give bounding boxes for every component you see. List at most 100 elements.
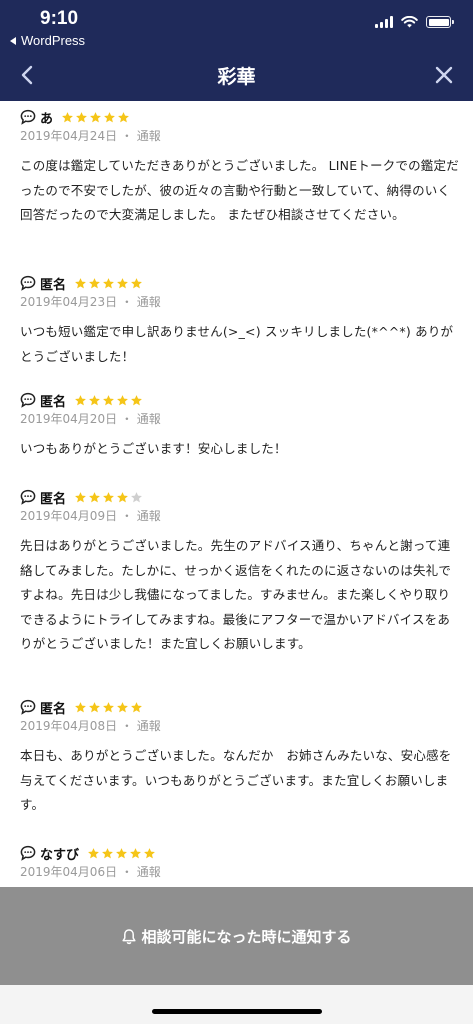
star-rating bbox=[74, 701, 143, 714]
star-empty-icon bbox=[131, 491, 142, 502]
report-link[interactable]: 通報 bbox=[137, 295, 161, 309]
meta-separator: ・ bbox=[120, 719, 133, 733]
review-meta: 2019年04月06日 ・ 通報 bbox=[20, 864, 460, 880]
star-filled-icon bbox=[104, 111, 115, 122]
star-filled-icon bbox=[89, 394, 100, 405]
meta-separator: ・ bbox=[120, 509, 133, 523]
star-filled-icon bbox=[89, 701, 100, 712]
review-date: 2019年04月06日 bbox=[20, 865, 118, 879]
notify-button[interactable]: 相談可能になった時に通知する bbox=[0, 887, 473, 985]
cellular-signal-icon bbox=[375, 16, 393, 28]
close-icon bbox=[435, 66, 453, 84]
star-filled-icon bbox=[117, 491, 128, 502]
review-text: 先日はありがとうございました。先生のアドバイス通り、ちゃんと謝って連絡してみまし… bbox=[20, 538, 452, 651]
chat-bubble-icon bbox=[20, 489, 36, 505]
star-filled-icon bbox=[103, 491, 114, 502]
notify-button-content: 相談可能になった時に通知する bbox=[121, 926, 352, 947]
star-filled-icon bbox=[75, 277, 86, 288]
reviewer-name: あ bbox=[40, 111, 54, 127]
meta-separator: ・ bbox=[120, 412, 133, 426]
report-link[interactable]: 通報 bbox=[137, 865, 161, 879]
review-text: いつもありがとうございます！安心しました！ bbox=[20, 441, 287, 456]
star-filled-icon bbox=[89, 491, 100, 502]
review-date: 2019年04月09日 bbox=[20, 509, 118, 523]
report-link[interactable]: 通報 bbox=[137, 412, 161, 426]
star-filled-icon bbox=[116, 847, 127, 858]
star-filled-icon bbox=[90, 111, 101, 122]
star-filled-icon bbox=[144, 847, 155, 858]
status-icons bbox=[375, 16, 454, 28]
review-header: 匿名 bbox=[20, 273, 460, 293]
reviewer-name: 匿名 bbox=[40, 491, 67, 507]
star-filled-icon bbox=[118, 111, 129, 122]
review-item: 匿名 2019年04月08日 ・ 通報 本日も、ありがとうございました。なんだか… bbox=[20, 697, 460, 818]
star-rating bbox=[61, 111, 130, 124]
review-header: あ bbox=[20, 107, 460, 127]
review-header: 匿名 bbox=[20, 390, 460, 410]
reviewer-name: なすび bbox=[40, 847, 80, 863]
star-filled-icon bbox=[117, 394, 128, 405]
report-link[interactable]: 通報 bbox=[137, 129, 161, 143]
review-meta: 2019年04月20日 ・ 通報 bbox=[20, 411, 460, 427]
review-item: 匿名 2019年04月09日 ・ 通報 先日はありがとうございました。先生のアド… bbox=[20, 487, 460, 657]
review-date: 2019年04月23日 bbox=[20, 295, 118, 309]
star-rating bbox=[87, 847, 156, 860]
close-button[interactable] bbox=[429, 60, 459, 90]
review-meta: 2019年04月23日 ・ 通報 bbox=[20, 294, 460, 310]
meta-separator: ・ bbox=[120, 295, 133, 309]
notify-button-label: 相談可能になった時に通知する bbox=[141, 927, 352, 946]
review-text: 本日も、ありがとうございました。なんだか お姉さんみたいな、安心感を与えてくださ… bbox=[20, 748, 452, 812]
chat-bubble-icon bbox=[20, 109, 36, 125]
back-app-label: WordPress bbox=[21, 33, 86, 48]
chat-bubble-icon bbox=[20, 275, 36, 291]
star-filled-icon bbox=[117, 277, 128, 288]
star-filled-icon bbox=[131, 394, 142, 405]
star-filled-icon bbox=[131, 701, 142, 712]
star-rating bbox=[74, 394, 143, 407]
review-header: なすび bbox=[20, 843, 460, 863]
report-link[interactable]: 通報 bbox=[137, 509, 161, 523]
battery-icon bbox=[426, 16, 454, 28]
meta-separator: ・ bbox=[120, 129, 133, 143]
bell-icon bbox=[122, 928, 137, 944]
star-filled-icon bbox=[117, 701, 128, 712]
chat-bubble-icon bbox=[20, 392, 36, 408]
review-meta: 2019年04月09日 ・ 通報 bbox=[20, 508, 460, 524]
reviewer-name: 匿名 bbox=[40, 394, 67, 410]
star-filled-icon bbox=[75, 491, 86, 502]
report-link[interactable]: 通報 bbox=[137, 719, 161, 733]
meta-separator: ・ bbox=[120, 865, 133, 879]
back-to-app-link[interactable]: WordPress bbox=[10, 33, 85, 48]
review-item: 匿名 2019年04月23日 ・ 通報 いつも短い鑑定で申し訳ありません(>_<… bbox=[20, 273, 460, 369]
review-date: 2019年04月08日 bbox=[20, 719, 118, 733]
star-filled-icon bbox=[102, 847, 113, 858]
review-item: あ 2019年04月24日 ・ 通報 この度は鑑定していただきありがとうございま… bbox=[20, 107, 460, 228]
home-indicator-area bbox=[0, 985, 473, 1024]
star-filled-icon bbox=[131, 277, 142, 288]
star-filled-icon bbox=[75, 701, 86, 712]
home-indicator[interactable] bbox=[152, 1009, 322, 1014]
star-filled-icon bbox=[130, 847, 141, 858]
star-filled-icon bbox=[76, 111, 87, 122]
review-header: 匿名 bbox=[20, 697, 460, 717]
star-filled-icon bbox=[103, 277, 114, 288]
review-meta: 2019年04月24日 ・ 通報 bbox=[20, 128, 460, 144]
chat-bubble-icon bbox=[20, 699, 36, 715]
review-header: 匿名 bbox=[20, 487, 460, 507]
star-filled-icon bbox=[62, 111, 73, 122]
star-rating bbox=[74, 491, 143, 504]
star-filled-icon bbox=[88, 847, 99, 858]
star-filled-icon bbox=[103, 394, 114, 405]
review-item: なすび 2019年04月06日 ・ 通報 bbox=[20, 843, 460, 880]
star-rating bbox=[74, 277, 143, 290]
star-filled-icon bbox=[89, 277, 100, 288]
reviewer-name: 匿名 bbox=[40, 277, 67, 293]
chat-bubble-icon bbox=[20, 845, 36, 861]
review-meta: 2019年04月08日 ・ 通報 bbox=[20, 718, 460, 734]
page-title: 彩華 bbox=[217, 66, 256, 88]
review-text: この度は鑑定していただきありがとうございました。 LINEトークでの鑑定だったの… bbox=[20, 158, 459, 222]
reviews-list[interactable]: あ 2019年04月24日 ・ 通報 この度は鑑定していただきありがとうございま… bbox=[0, 101, 473, 887]
reviewer-name: 匿名 bbox=[40, 701, 67, 717]
star-filled-icon bbox=[75, 394, 86, 405]
app-header: 9:10 WordPress 彩華 bbox=[0, 0, 473, 101]
